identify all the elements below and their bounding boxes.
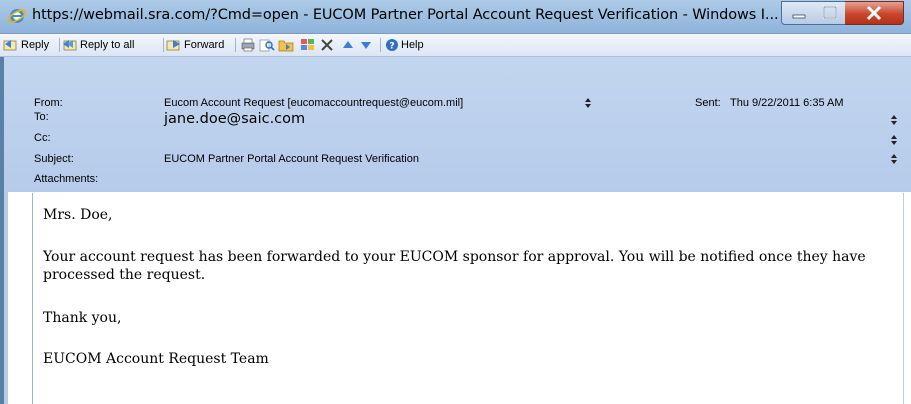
forward-icon xyxy=(166,40,180,51)
delete-button[interactable] xyxy=(320,37,336,53)
message-toolbar: Reply Reply to all Forward ? Help xyxy=(0,34,911,57)
reply-button[interactable]: Reply xyxy=(3,37,49,53)
toolbar-separator xyxy=(163,38,164,52)
delete-icon xyxy=(321,39,333,51)
to-spin-icon[interactable] xyxy=(890,114,898,126)
subject-label: Subject: xyxy=(34,153,74,165)
move-to-folder-button[interactable] xyxy=(278,37,296,53)
help-button[interactable]: ? Help xyxy=(385,37,424,53)
message-body-right-edge xyxy=(903,193,911,404)
reply-all-label: Reply to all xyxy=(80,39,135,51)
sent-label: Sent: xyxy=(695,97,721,109)
printer-icon xyxy=(241,38,255,52)
attachments-label: Attachments: xyxy=(34,173,99,185)
forward-button[interactable]: Forward xyxy=(166,37,224,53)
from-label: From: xyxy=(34,97,63,109)
from-value: Eucom Account Request [eucomaccountreque… xyxy=(164,97,464,109)
print-button[interactable] xyxy=(240,37,258,53)
categorize-button[interactable] xyxy=(300,37,318,53)
help-icon: ? xyxy=(386,39,398,52)
message-header: From: Eucom Account Request [eucomaccoun… xyxy=(4,57,911,192)
message-signature: EUCOM Account Request Team xyxy=(43,351,269,367)
message-body-line-1: Your account request has been forwarded … xyxy=(43,249,866,265)
window-frame-inner xyxy=(4,192,8,404)
window-title: https://webmail.sra.com/?Cmd=open - EUCO… xyxy=(32,7,779,23)
cc-spin-icon[interactable] xyxy=(890,134,898,146)
toolbar-separator xyxy=(59,38,60,52)
folder-icon xyxy=(278,40,294,52)
next-item-button[interactable] xyxy=(359,37,375,53)
svg-text:?: ? xyxy=(389,42,394,52)
maximize-button[interactable] xyxy=(815,1,846,25)
find-icon xyxy=(259,39,275,52)
close-button[interactable] xyxy=(845,1,904,25)
close-icon xyxy=(866,5,882,21)
reply-label: Reply xyxy=(21,39,50,51)
minimize-button[interactable] xyxy=(781,1,817,25)
minimize-icon xyxy=(792,14,806,19)
internet-explorer-icon xyxy=(7,9,27,23)
sent-value: Thu 9/22/2011 6:35 AM xyxy=(730,97,844,109)
reply-all-icon xyxy=(63,40,77,51)
message-body[interactable]: Mrs. Doe, Your account request has been … xyxy=(32,193,903,404)
find-button[interactable] xyxy=(259,37,277,53)
forward-label: Forward xyxy=(184,39,225,51)
to-value: jane.doe@saic.com xyxy=(164,111,306,127)
arrow-up-icon xyxy=(343,41,353,48)
subject-spin-icon[interactable] xyxy=(890,153,898,165)
message-body-line-2: processed the request. xyxy=(43,267,206,283)
cc-label: Cc: xyxy=(34,132,51,144)
message-greeting: Mrs. Doe, xyxy=(43,207,113,223)
categorize-icon xyxy=(301,39,314,50)
toolbar-separator xyxy=(380,38,381,52)
title-bar: https://webmail.sra.com/?Cmd=open - EUCO… xyxy=(0,0,911,34)
to-label: To: xyxy=(34,111,49,123)
from-spin-icon[interactable] xyxy=(584,97,592,109)
reply-all-button[interactable]: Reply to all xyxy=(62,37,134,53)
reply-icon xyxy=(3,40,17,51)
maximize-icon xyxy=(823,6,837,19)
message-closing: Thank you, xyxy=(43,310,122,326)
toolbar-separator xyxy=(235,38,236,52)
help-label: Help xyxy=(401,39,424,51)
arrow-down-icon xyxy=(361,42,371,49)
subject-value: EUCOM Partner Portal Account Request Ver… xyxy=(164,153,419,165)
previous-item-button[interactable] xyxy=(341,37,357,53)
